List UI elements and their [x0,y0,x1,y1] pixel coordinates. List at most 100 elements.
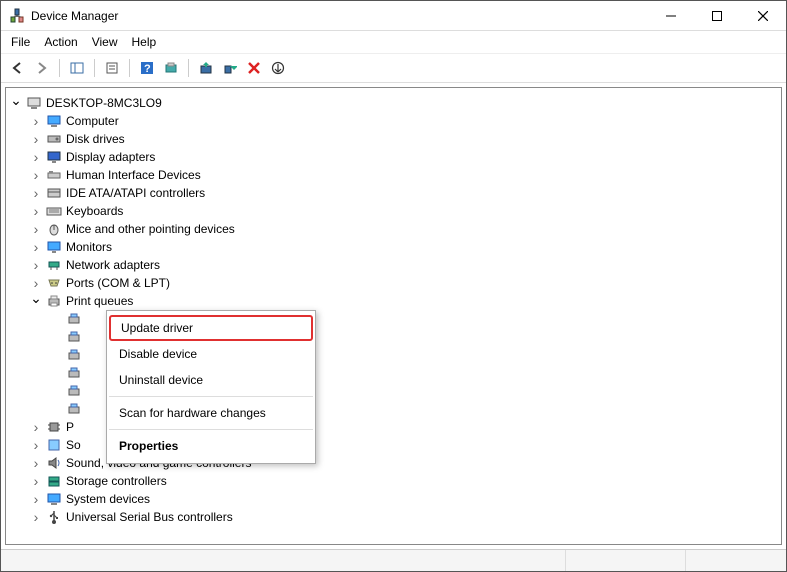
show-hide-tree-button[interactable] [66,57,88,79]
toolbar-separator [59,59,60,77]
printer-icon [66,311,82,327]
ctx-disable-device[interactable]: Disable device [107,341,315,367]
svg-text:?: ? [144,63,151,75]
chevron-down-icon[interactable] [10,97,22,109]
uninstall-device-button[interactable] [243,57,265,79]
category-mice[interactable]: Mice and other pointing devices [30,220,777,238]
category-disk-drives[interactable]: Disk drives [30,130,777,148]
menu-action[interactable]: Action [44,35,77,49]
disk-icon [46,131,62,147]
context-menu-separator [109,396,313,397]
display-icon [46,149,62,165]
disable-device-button[interactable] [219,57,241,79]
category-ide[interactable]: IDE ATA/ATAPI controllers [30,184,777,202]
category-hid[interactable]: Human Interface Devices [30,166,777,184]
titlebar: Device Manager [1,1,786,31]
status-cell [566,550,686,571]
chevron-right-icon[interactable] [30,511,42,523]
printer-icon [46,293,62,309]
ctx-update-driver[interactable]: Update driver [109,315,313,341]
chevron-right-icon[interactable] [30,151,42,163]
printer-icon [66,401,82,417]
speaker-icon [46,455,62,471]
printer-icon [66,347,82,363]
forward-button[interactable] [31,57,53,79]
menu-file[interactable]: File [11,35,30,49]
chevron-right-icon[interactable] [30,133,42,145]
minimize-button[interactable] [648,1,694,30]
device-tree-panel[interactable]: DESKTOP-8MC3LO9 Computer Disk drives Dis… [5,87,782,545]
toolbar: ? [1,54,786,83]
chevron-right-icon[interactable] [30,115,42,127]
storage-icon [46,473,62,489]
monitor-icon [46,239,62,255]
toolbar-separator [188,59,189,77]
printer-icon [66,329,82,345]
window-title: Device Manager [31,9,648,23]
app-icon [9,8,25,24]
chevron-down-icon[interactable] [30,295,42,307]
printer-icon [66,383,82,399]
root-label: DESKTOP-8MC3LO9 [46,96,162,110]
category-computer[interactable]: Computer [30,112,777,130]
category-keyboards[interactable]: Keyboards [30,202,777,220]
category-storage[interactable]: Storage controllers [30,472,777,490]
properties-button[interactable] [101,57,123,79]
toolbar-separator [129,59,130,77]
printer-icon [66,365,82,381]
chevron-right-icon[interactable] [30,259,42,271]
ports-icon [46,275,62,291]
menu-help[interactable]: Help [132,35,157,49]
device-manager-window: Device Manager File Action View Help ? [0,0,787,572]
hid-icon [46,167,62,183]
mouse-icon [46,221,62,237]
chevron-right-icon[interactable] [30,475,42,487]
maximize-button[interactable] [694,1,740,30]
category-print-queues[interactable]: Print queues [30,292,777,310]
menu-view[interactable]: View [92,35,118,49]
cpu-icon [46,419,62,435]
category-system[interactable]: System devices [30,490,777,508]
scan-hardware-button[interactable] [160,57,182,79]
context-menu-separator [109,429,313,430]
add-legacy-button[interactable] [267,57,289,79]
software-icon [46,437,62,453]
computer-icon [26,95,42,111]
chevron-right-icon[interactable] [30,187,42,199]
status-cell [686,550,786,571]
statusbar [1,549,786,571]
status-cell [1,550,566,571]
chevron-right-icon[interactable] [30,223,42,235]
ctx-uninstall-device[interactable]: Uninstall device [107,367,315,393]
network-icon [46,257,62,273]
category-ports[interactable]: Ports (COM & LPT) [30,274,777,292]
update-driver-button[interactable] [195,57,217,79]
menubar: File Action View Help [1,31,786,54]
ctx-scan-hardware[interactable]: Scan for hardware changes [107,400,315,426]
chevron-right-icon[interactable] [30,205,42,217]
chevron-right-icon[interactable] [30,421,42,433]
category-network[interactable]: Network adapters [30,256,777,274]
root-computer-node[interactable]: DESKTOP-8MC3LO9 [10,94,777,112]
toolbar-separator [94,59,95,77]
context-menu: Update driver Disable device Uninstall d… [106,310,316,464]
close-button[interactable] [740,1,786,30]
chevron-right-icon[interactable] [30,439,42,451]
monitor-icon [46,113,62,129]
chevron-right-icon[interactable] [30,277,42,289]
ctx-properties[interactable]: Properties [107,433,315,459]
chevron-right-icon[interactable] [30,241,42,253]
chevron-right-icon[interactable] [30,493,42,505]
category-display-adapters[interactable]: Display adapters [30,148,777,166]
system-icon [46,491,62,507]
keyboard-icon [46,203,62,219]
category-usb[interactable]: Universal Serial Bus controllers [30,508,777,526]
window-controls [648,1,786,30]
category-monitors[interactable]: Monitors [30,238,777,256]
ide-icon [46,185,62,201]
chevron-right-icon[interactable] [30,169,42,181]
chevron-right-icon[interactable] [30,457,42,469]
usb-icon [46,509,62,525]
help-button[interactable]: ? [136,57,158,79]
back-button[interactable] [7,57,29,79]
